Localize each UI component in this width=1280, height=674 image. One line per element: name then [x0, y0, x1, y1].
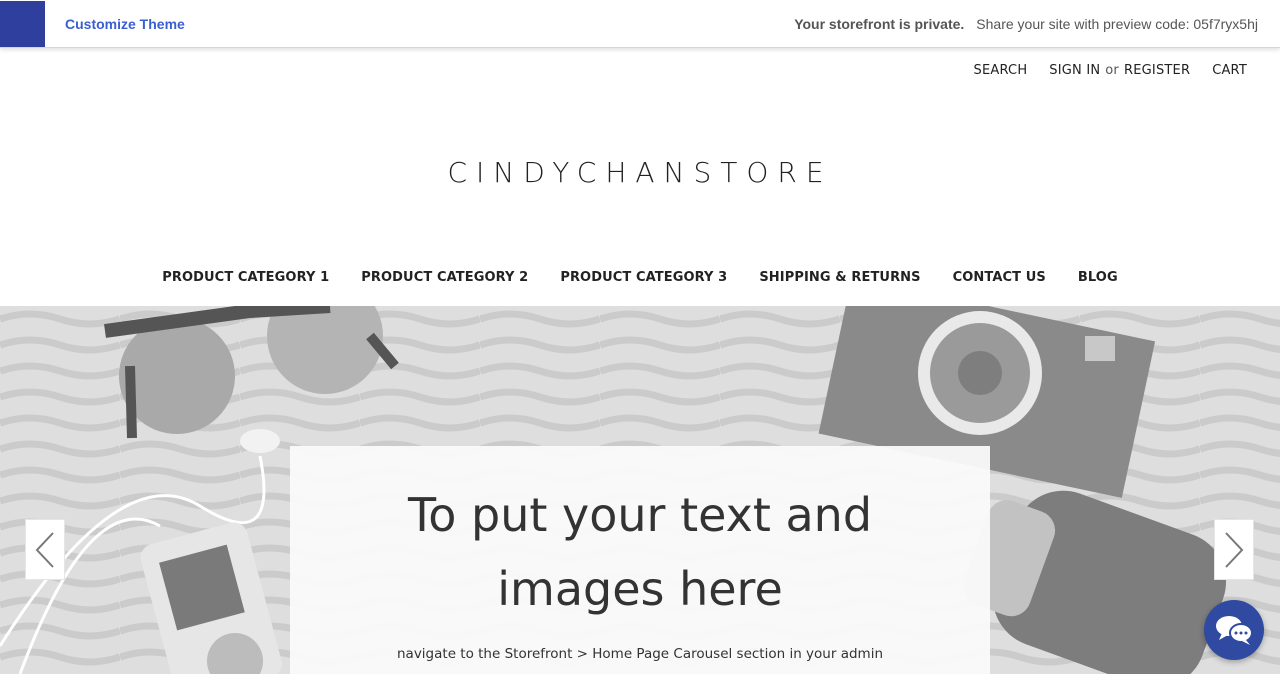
nav-item-shipping-returns[interactable]: SHIPPING & RETURNS: [759, 270, 920, 285]
private-status-label: Your storefront is private.: [794, 15, 965, 32]
account-links: SIGN IN or REGISTER: [1049, 63, 1190, 78]
chat-button[interactable]: [1204, 600, 1264, 660]
main-nav: PRODUCT CATEGORY 1 PRODUCT CATEGORY 2 PR…: [0, 270, 1280, 285]
chat-bubbles-icon: [1216, 616, 1253, 645]
nav-item-product-category-3[interactable]: PRODUCT CATEGORY 3: [560, 270, 727, 285]
or-separator: or: [1105, 63, 1119, 78]
hero-heading-line-1: To put your text and: [407, 488, 873, 542]
preview-code-text: Share your site with preview code: 05f7r…: [976, 15, 1258, 32]
search-link[interactable]: SEARCH: [974, 63, 1028, 78]
chevron-right-icon: [1225, 531, 1244, 568]
preview-bar: Customize Theme Your storefront is priva…: [0, 0, 1280, 48]
preview-status: Your storefront is private. Share your s…: [794, 16, 1258, 32]
carousel-prev-button[interactable]: [25, 519, 65, 580]
preview-accent-block: [0, 0, 45, 47]
carousel-next-button[interactable]: [1214, 519, 1254, 580]
customize-theme-link[interactable]: Customize Theme: [65, 16, 185, 32]
hero-text-card: To put your text and images here navigat…: [290, 446, 990, 674]
utility-nav: SEARCH SIGN IN or REGISTER CART: [974, 63, 1248, 78]
store-logo[interactable]: CINDYCHANSTORE: [0, 156, 1280, 189]
sign-in-link[interactable]: SIGN IN: [1049, 63, 1100, 78]
nav-item-contact-us[interactable]: CONTACT US: [953, 270, 1046, 285]
chevron-left-icon: [35, 531, 54, 568]
nav-item-product-category-1[interactable]: PRODUCT CATEGORY 1: [162, 270, 329, 285]
nav-item-product-category-2[interactable]: PRODUCT CATEGORY 2: [361, 270, 528, 285]
hero-subtext: navigate to the Storefront > Home Page C…: [396, 646, 884, 662]
hero-heading-line-2: images here: [497, 562, 783, 616]
cart-link[interactable]: CART: [1212, 63, 1247, 78]
register-link[interactable]: REGISTER: [1124, 63, 1190, 78]
hero-carousel: To put your text and images here navigat…: [0, 306, 1280, 674]
nav-item-blog[interactable]: BLOG: [1078, 270, 1118, 285]
hero-heading: To put your text and images here: [290, 478, 990, 626]
